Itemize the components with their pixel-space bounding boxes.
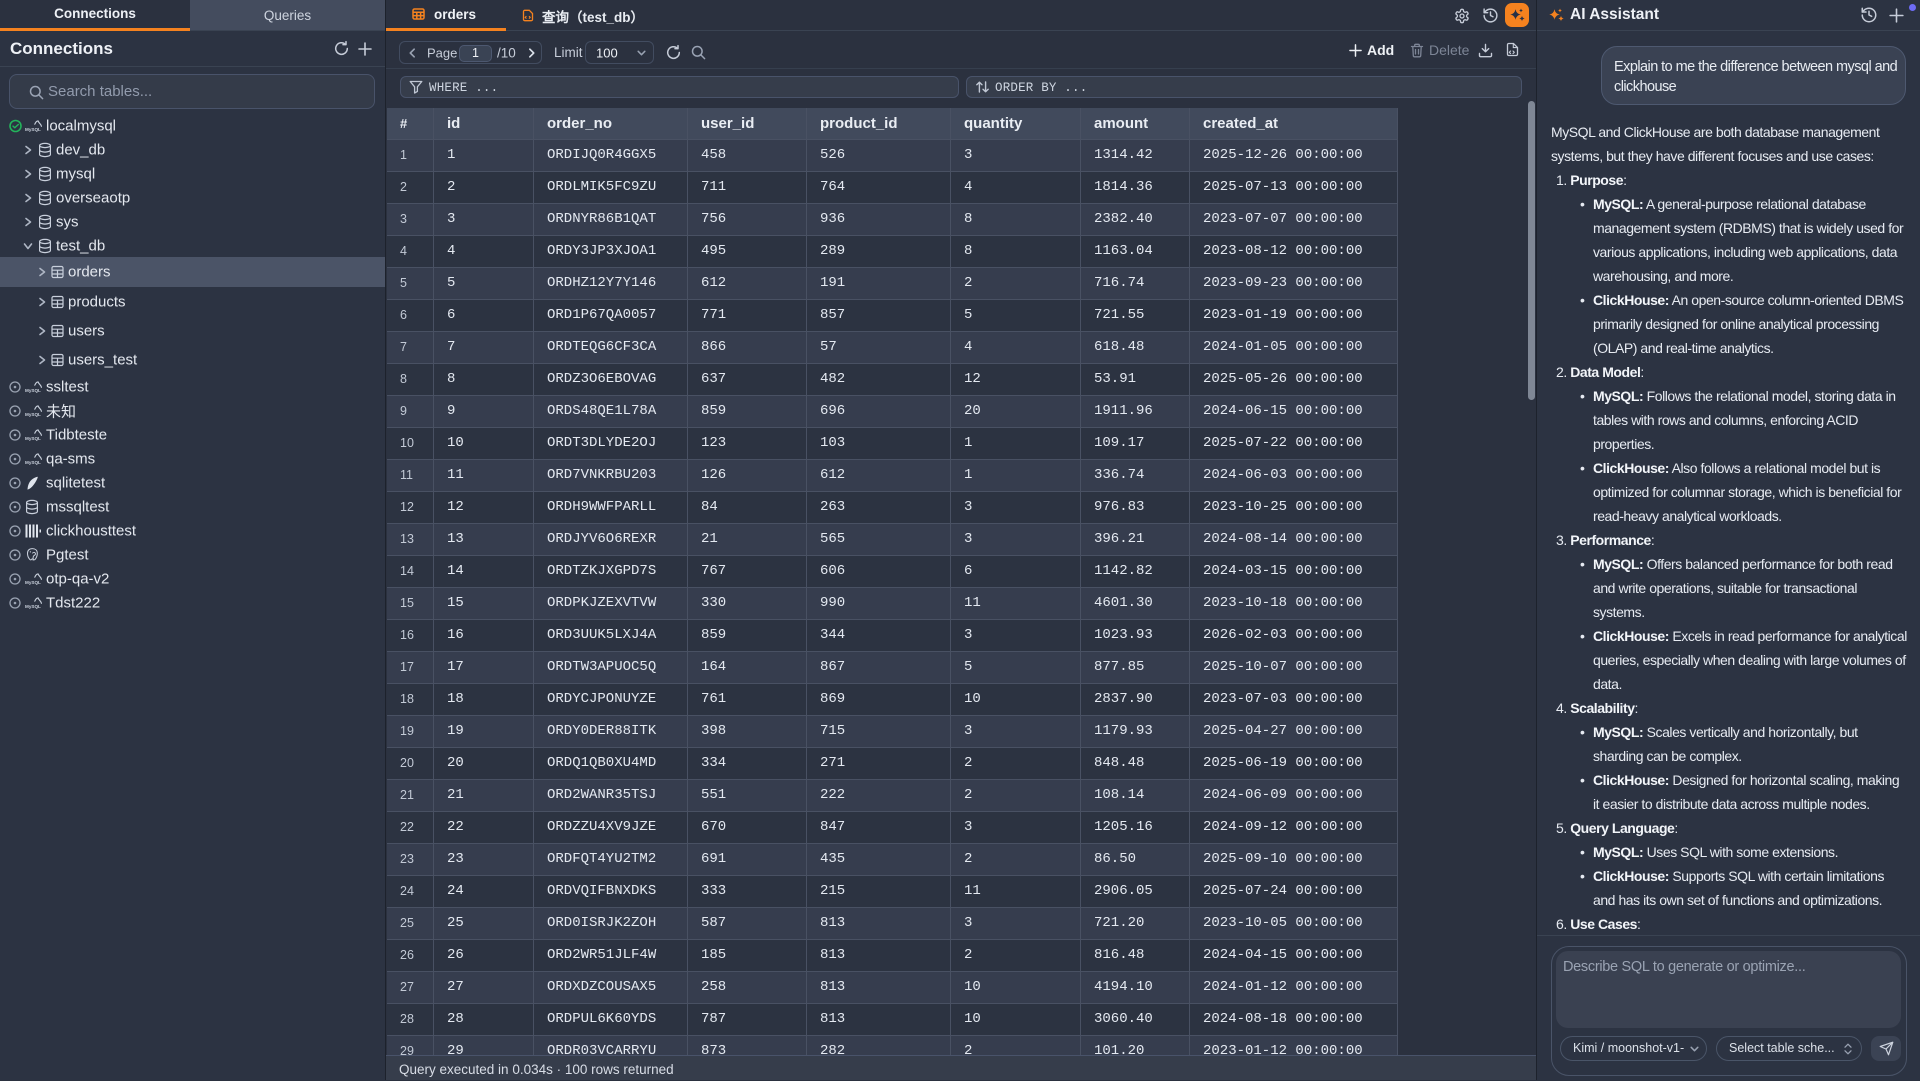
svg-text:MySQL: MySQL	[25, 436, 41, 441]
svg-text:MySQL: MySQL	[25, 580, 41, 585]
svg-text:MySQL: MySQL	[25, 127, 41, 132]
svg-text:MySQL: MySQL	[25, 460, 41, 465]
svg-text:MySQL: MySQL	[25, 412, 41, 417]
svg-text:MySQL: MySQL	[25, 388, 41, 393]
svg-text:MySQL: MySQL	[25, 604, 41, 609]
